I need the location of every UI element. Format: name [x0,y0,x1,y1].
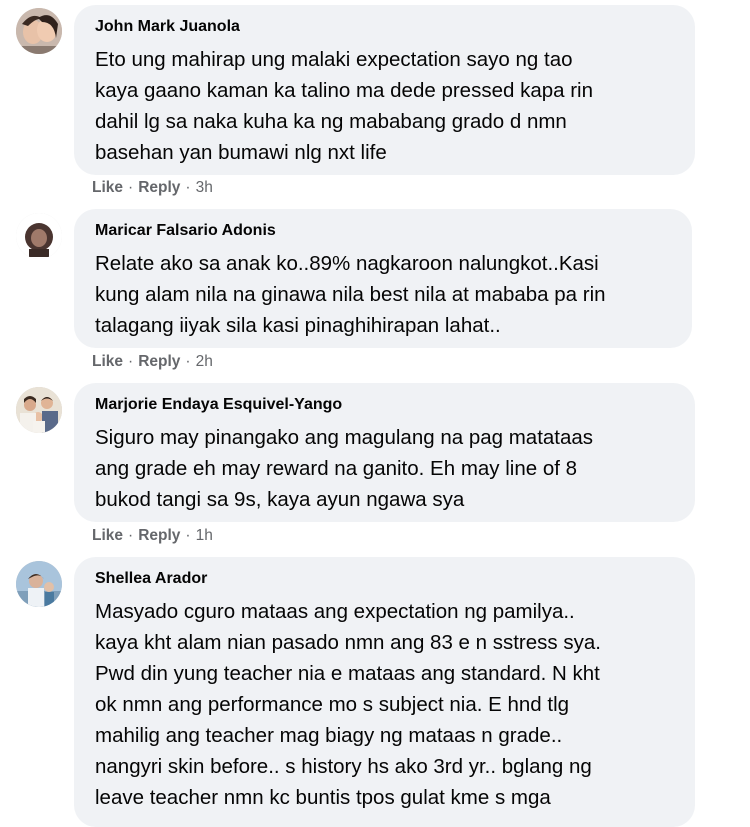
comment-actions: Like · Reply · 2h [92,352,213,372]
separator: · [185,179,191,196]
avatar[interactable] [16,387,62,433]
avatar[interactable] [16,8,62,54]
comment-text: Relate ako sa anak ko..89% nagkaroon nal… [95,248,670,341]
comment-line: dahil lg sa naka kuha ka ng mababang gra… [95,110,567,133]
comment-bubble: John Mark Juanola Eto ung mahirap ung ma… [74,5,695,175]
like-button[interactable]: Like [92,527,123,544]
reply-button[interactable]: Reply [138,179,180,196]
separator: · [128,527,134,544]
comment-line: leave teacher nmn kc buntis tpos gulat k… [95,786,551,809]
comment-author[interactable]: Maricar Falsario Adonis [95,221,670,241]
comment-line: kaya gaano kaman ka talino ma dede press… [95,79,594,102]
separator: · [128,179,134,196]
separator: · [128,353,134,370]
comment-timestamp[interactable]: 2h [196,353,213,370]
comment-line: basehan yan bumawi nlg nxt life [95,141,387,164]
profile-photo-icon [16,213,62,259]
comment-bubble: Shellea Arador Masyado cguro mataas ang … [74,557,695,827]
profile-photo-icon [16,561,62,607]
comment-author[interactable]: John Mark Juanola [95,17,673,37]
profile-photo-icon [16,8,62,54]
comment-line: talagang iiyak sila kasi pinaghihirapan … [95,314,501,337]
reply-button[interactable]: Reply [138,353,180,370]
comment-author[interactable]: Marjorie Endaya Esquivel-Yango [95,395,673,415]
comment-line: ang grade eh may reward na ganito. Eh ma… [95,457,578,480]
comment-line: Eto ung mahirap ung malaki expectation s… [95,48,573,71]
comment-line: Siguro may pinangako ang magulang na pag… [95,426,594,449]
comment-text: Siguro may pinangako ang magulang na pag… [95,422,673,515]
comment-bubble: Maricar Falsario Adonis Relate ako sa an… [74,209,692,348]
comment-text: Eto ung mahirap ung malaki expectation s… [95,44,673,168]
avatar[interactable] [16,213,62,259]
separator: · [185,353,191,370]
comment-bubble: Marjorie Endaya Esquivel-Yango Siguro ma… [74,383,695,522]
comment-timestamp[interactable]: 3h [196,179,213,196]
comment-author[interactable]: Shellea Arador [95,569,673,589]
profile-photo-icon [16,387,62,433]
comment-line: kaya kht alam nian pasado nmn ang 83 e n… [95,631,601,654]
avatar[interactable] [16,561,62,607]
comment-line: bukod tangi sa 9s, kaya ayun ngawa sya [95,488,465,511]
like-button[interactable]: Like [92,353,123,370]
comment-actions: Like · Reply · 3h [92,178,213,198]
comment-line: Masyado cguro mataas ang expectation ng … [95,600,575,623]
comment-line: nangyri skin before.. s history hs ako 3… [95,755,592,778]
reply-button[interactable]: Reply [138,527,180,544]
comment-line: kung alam nila na ginawa nila best nila … [95,283,606,306]
separator: · [185,527,191,544]
comment-line: Pwd din yung teacher nia e mataas ang st… [95,662,600,685]
comment-line: ok nmn ang performance mo s subject nia.… [95,693,570,716]
comment-line: Relate ako sa anak ko..89% nagkaroon nal… [95,252,599,275]
comment-timestamp[interactable]: 1h [196,527,213,544]
comment-actions: Like · Reply · 1h [92,526,213,546]
comment-line: mahilig ang teacher mag biagy ng mataas … [95,724,563,747]
comment-text: Masyado cguro mataas ang expectation ng … [95,596,673,813]
like-button[interactable]: Like [92,179,123,196]
